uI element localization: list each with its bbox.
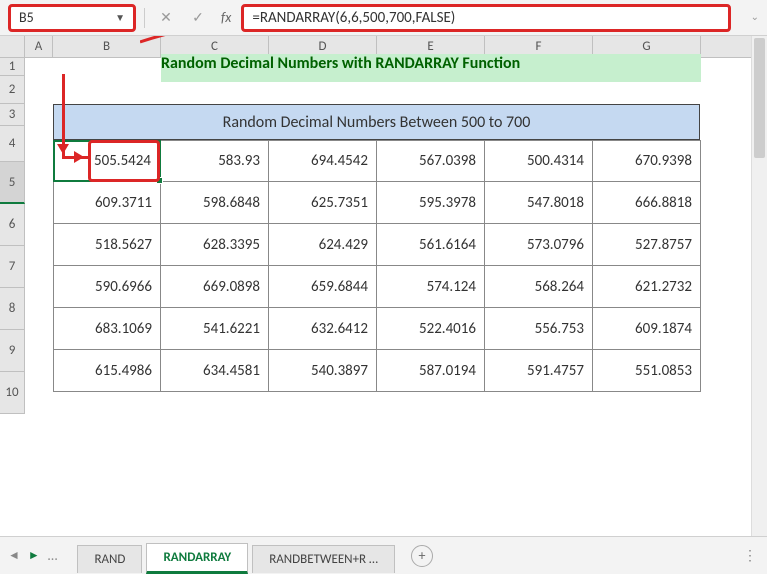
cell-C6[interactable]: 598.6848 <box>161 182 269 224</box>
cancel-formula-icon[interactable]: ✕ <box>153 6 179 30</box>
table-row: 683.1069 541.6221 632.6412 522.4016 556.… <box>53 308 701 350</box>
arrow-annotation <box>62 74 65 158</box>
sheet-title[interactable]: Random Decimal Numbers with RANDARRAY Fu… <box>161 54 701 82</box>
cell-D7[interactable]: 624.429 <box>269 224 377 266</box>
row-header-8[interactable]: 8 <box>0 288 25 330</box>
cell-C10[interactable]: 634.4581 <box>161 350 269 392</box>
row-header-2[interactable]: 2 <box>0 76 25 104</box>
cell-G9[interactable]: 609.1874 <box>593 308 701 350</box>
select-all-corner[interactable] <box>0 36 25 57</box>
table-row: 505.5424 583.93 694.4542 567.0398 500.43… <box>53 140 701 182</box>
table-row: 590.6966 669.0898 659.6844 574.124 568.2… <box>53 266 701 308</box>
tab-prev-icon[interactable]: ◄ <box>8 548 20 563</box>
cell-C8[interactable]: 669.0898 <box>161 266 269 308</box>
cell-C5[interactable]: 583.93 <box>161 140 269 182</box>
cell-E10[interactable]: 587.0194 <box>377 350 485 392</box>
cell-B7[interactable]: 518.5627 <box>53 224 161 266</box>
fx-icon[interactable]: fx <box>221 9 231 26</box>
cell-G10[interactable]: 551.0853 <box>593 350 701 392</box>
cell-B6[interactable]: 609.3711 <box>53 182 161 224</box>
cell-F8[interactable]: 568.264 <box>485 266 593 308</box>
cell-C7[interactable]: 628.3395 <box>161 224 269 266</box>
table-header-wrap: Random Decimal Numbers Between 500 to 70… <box>53 104 700 140</box>
cell-B8[interactable]: 590.6966 <box>53 266 161 308</box>
row-header-9[interactable]: 9 <box>0 330 25 372</box>
formula-text: =RANDARRAY(6,6,500,700,FALSE) <box>252 9 455 27</box>
cell-D10[interactable]: 540.3897 <box>269 350 377 392</box>
cell-C9[interactable]: 541.6221 <box>161 308 269 350</box>
separator <box>144 8 145 28</box>
accept-formula-icon[interactable]: ✓ <box>185 6 211 30</box>
arrow-annotation <box>140 36 330 48</box>
name-box[interactable]: B5 ▼ <box>8 4 136 32</box>
cell-E6[interactable]: 595.3978 <box>377 182 485 224</box>
table-row: 609.3711 598.6848 625.7351 595.3978 547.… <box>53 182 701 224</box>
cell-E7[interactable]: 561.6164 <box>377 224 485 266</box>
cell-G7[interactable]: 527.8757 <box>593 224 701 266</box>
cell-F5[interactable]: 500.4314 <box>485 140 593 182</box>
cell-B10[interactable]: 615.4986 <box>53 350 161 392</box>
tab-options-icon[interactable]: ⋮ <box>743 547 759 564</box>
chevron-down-icon[interactable]: ▼ <box>115 11 125 24</box>
sheet-tab-randarray[interactable]: RANDARRAY <box>146 543 248 574</box>
scrollbar-thumb[interactable] <box>754 38 765 158</box>
cell-D5[interactable]: 694.4542 <box>269 140 377 182</box>
cell-B9[interactable]: 683.1069 <box>53 308 161 350</box>
table-row: 615.4986 634.4581 540.3897 587.0194 591.… <box>53 350 701 392</box>
tab-nav: ◄ ► … <box>8 547 57 564</box>
add-sheet-button[interactable]: + <box>411 545 433 567</box>
cell-E9[interactable]: 522.4016 <box>377 308 485 350</box>
arrow-annotation <box>62 156 88 159</box>
tab-next-icon[interactable]: ► <box>28 548 40 563</box>
row-header-4[interactable]: 4 <box>0 126 25 162</box>
col-header-A[interactable]: A <box>25 36 53 57</box>
data-table: 505.5424 583.93 694.4542 567.0398 500.43… <box>53 140 701 392</box>
cell-E5[interactable]: 567.0398 <box>377 140 485 182</box>
table-header[interactable]: Random Decimal Numbers Between 500 to 70… <box>53 104 700 140</box>
cell-E8[interactable]: 574.124 <box>377 266 485 308</box>
name-box-value: B5 <box>19 9 115 26</box>
vertical-scrollbar[interactable] <box>751 36 767 536</box>
cell-D6[interactable]: 625.7351 <box>269 182 377 224</box>
sheet-tab-randbetween[interactable]: RANDBETWEEN+R … <box>252 545 395 573</box>
sheet-tab-bar: ◄ ► … RAND RANDARRAY RANDBETWEEN+R … + ⋮ <box>0 536 767 574</box>
table-row: 518.5627 628.3395 624.429 561.6164 573.0… <box>53 224 701 266</box>
cell-G6[interactable]: 666.8818 <box>593 182 701 224</box>
cell-D8[interactable]: 659.6844 <box>269 266 377 308</box>
row-header-6[interactable]: 6 <box>0 204 25 246</box>
sheet-tab-rand[interactable]: RAND <box>77 545 142 573</box>
tab-overflow-icon[interactable]: … <box>48 547 58 564</box>
worksheet-area: A B C D E F G 1 2 3 4 5 6 7 8 9 10 Rando… <box>0 36 767 532</box>
cell-G8[interactable]: 621.2732 <box>593 266 701 308</box>
cell-F7[interactable]: 573.0796 <box>485 224 593 266</box>
row-header-1[interactable]: 1 <box>0 58 25 76</box>
expand-formula-icon[interactable]: ⌄ <box>751 10 759 23</box>
row-header-3[interactable]: 3 <box>0 104 25 126</box>
sheet-title-wrap: Random Decimal Numbers with RANDARRAY Fu… <box>161 54 701 82</box>
row-header-5[interactable]: 5 <box>0 162 25 204</box>
row-header-10[interactable]: 10 <box>0 372 25 414</box>
formula-input[interactable]: =RANDARRAY(6,6,500,700,FALSE) <box>241 4 731 32</box>
cell-D9[interactable]: 632.6412 <box>269 308 377 350</box>
cell-G5[interactable]: 670.9398 <box>593 140 701 182</box>
row-header-7[interactable]: 7 <box>0 246 25 288</box>
fill-handle[interactable] <box>156 177 163 184</box>
cell-F9[interactable]: 556.753 <box>485 308 593 350</box>
cell-F10[interactable]: 591.4757 <box>485 350 593 392</box>
cell-F6[interactable]: 547.8018 <box>485 182 593 224</box>
cell-B5[interactable]: 505.5424 <box>53 140 161 182</box>
formula-bar: B5 ▼ ✕ ✓ fx =RANDARRAY(6,6,500,700,FALSE… <box>0 0 767 36</box>
